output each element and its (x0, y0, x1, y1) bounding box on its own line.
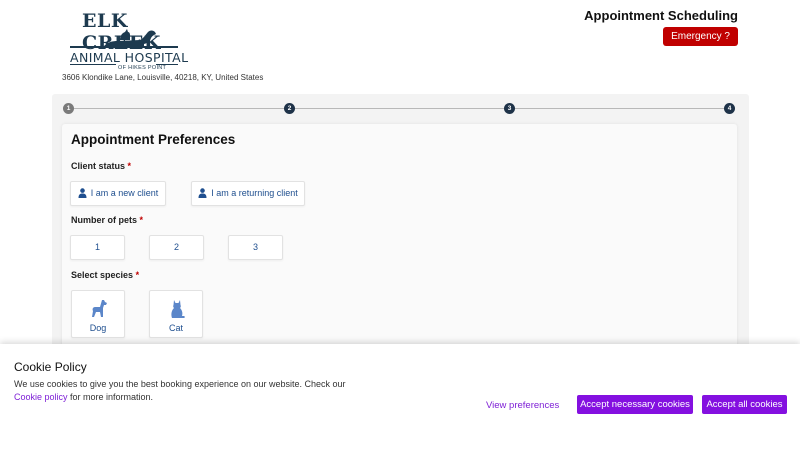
clinic-address: 3606 Klondike Lane, Louisville, 40218, K… (62, 73, 264, 82)
species-dog-button[interactable]: Dog (71, 290, 125, 338)
required-mark: * (139, 215, 144, 225)
pets-count-2-button[interactable]: 2 (149, 235, 204, 260)
client-status-label: Client status * (71, 161, 131, 171)
returning-client-label: I am a returning client (211, 188, 298, 198)
species-label-text: Select species (71, 270, 134, 280)
logo-line2: ANIMAL HOSPITAL (70, 50, 189, 65)
pets-count-3-button[interactable]: 3 (228, 235, 283, 260)
step-connector (74, 108, 284, 109)
cookie-text-line2: Cookie policy for more information. (14, 392, 153, 402)
page: ELK CREEK ANIMAL HOSPITAL OF HIKES POINT… (0, 0, 800, 450)
appointment-preferences-card: Appointment Preferences Client status * … (62, 124, 737, 354)
dog-cat-silhouette-icon (104, 29, 156, 46)
accept-necessary-cookies-button[interactable]: Accept necessary cookies (577, 395, 693, 414)
species-dog-label: Dog (89, 323, 107, 333)
page-title: Appointment Scheduling (584, 8, 738, 23)
section-title: Appointment Preferences (71, 132, 236, 147)
dog-icon (92, 300, 107, 317)
number-of-pets-label: Number of pets * (71, 215, 143, 225)
cookie-banner: Cookie Policy We use cookies to give you… (0, 344, 800, 450)
logo-line3: OF HIKES POINT (118, 65, 167, 71)
cat-icon (171, 300, 185, 318)
species-cat-button[interactable]: Cat (149, 290, 203, 338)
cookie-title: Cookie Policy (14, 360, 87, 374)
cookie-text: We use cookies to give you the best book… (14, 379, 346, 389)
view-preferences-link[interactable]: View preferences (486, 400, 559, 411)
step-4[interactable]: 4 (724, 103, 735, 114)
step-connector (295, 108, 504, 109)
step-connector (515, 108, 724, 109)
logo-divider-right (156, 64, 178, 65)
logo-divider (70, 46, 178, 48)
required-mark: * (127, 161, 132, 171)
species-cat-label: Cat (168, 323, 183, 333)
new-client-label: I am a new client (90, 188, 159, 198)
step-2[interactable]: 2 (284, 103, 295, 114)
pets-count-1-button[interactable]: 1 (70, 235, 125, 260)
required-mark: * (135, 270, 140, 280)
returning-client-button[interactable]: I am a returning client (191, 181, 305, 206)
cookie-policy-link[interactable]: Cookie policy (14, 392, 68, 402)
step-3[interactable]: 3 (504, 103, 515, 114)
user-icon (78, 187, 87, 198)
emergency-button[interactable]: Emergency ? (663, 27, 738, 46)
species-label: Select species * (71, 270, 139, 280)
accept-all-cookies-button[interactable]: Accept all cookies (702, 395, 787, 414)
clinic-logo[interactable]: ELK CREEK ANIMAL HOSPITAL OF HIKES POINT (64, 10, 188, 74)
step-1[interactable]: 1 (63, 103, 74, 114)
user-icon (198, 187, 207, 198)
logo-divider-left (70, 64, 116, 65)
number-of-pets-label-text: Number of pets (71, 215, 138, 225)
new-client-button[interactable]: I am a new client (70, 181, 166, 206)
cookie-text-suffix: for more information. (67, 392, 154, 402)
client-status-label-text: Client status (71, 161, 126, 171)
